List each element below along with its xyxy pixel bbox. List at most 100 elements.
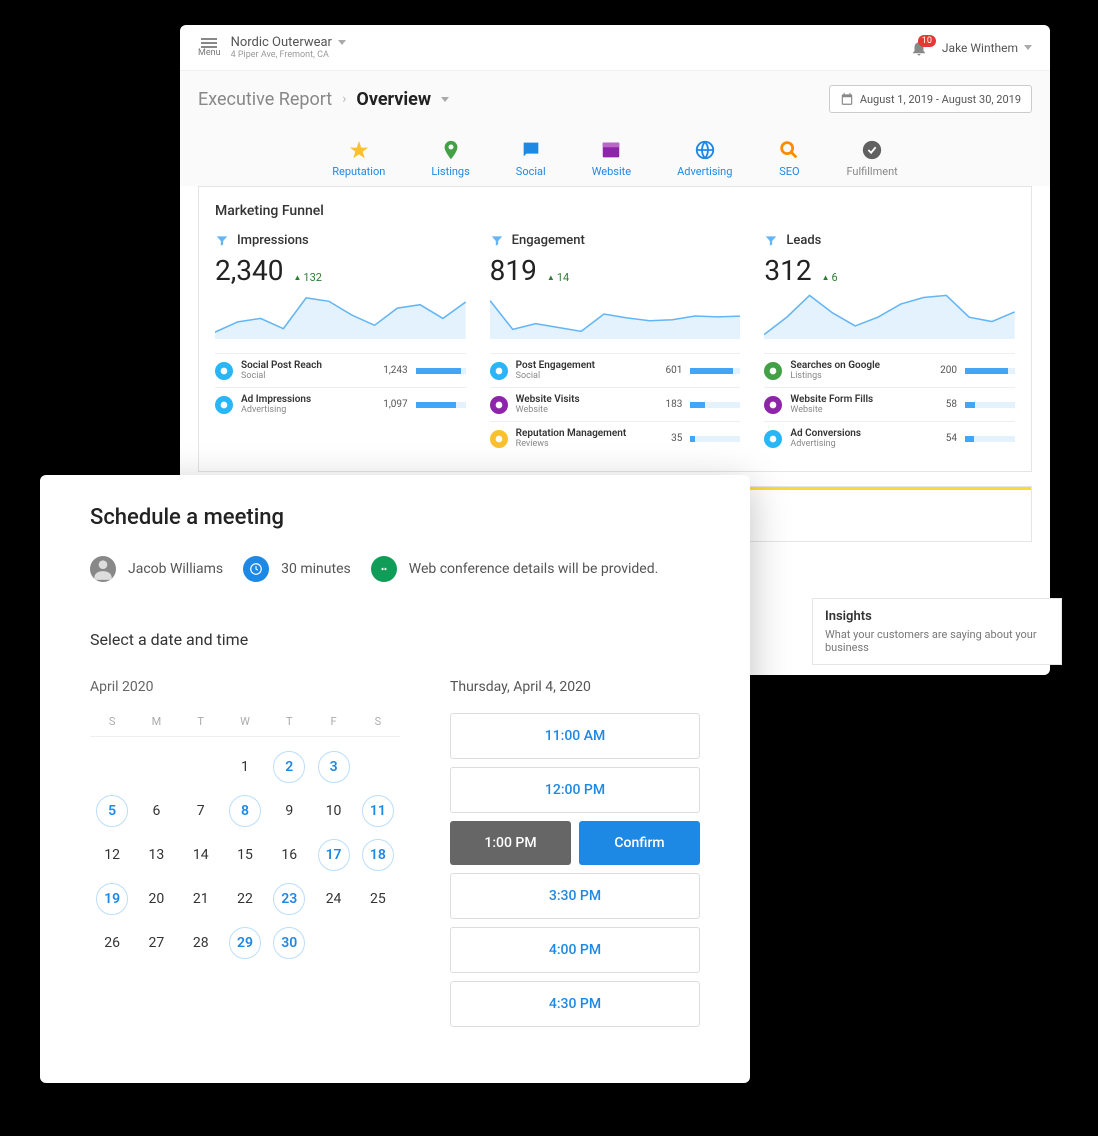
calendar-day[interactable]: 8 [223, 791, 267, 831]
tab-listings[interactable]: Listings [431, 139, 469, 178]
tab-seo[interactable]: SEO [778, 139, 800, 178]
calendar-day[interactable]: 5 [90, 791, 134, 831]
breadcrumb-current[interactable]: Overview [356, 89, 431, 110]
calendar-day[interactable]: 3 [311, 747, 355, 787]
notifications-button[interactable]: 10 [910, 39, 928, 57]
calendar-day[interactable]: 12 [90, 835, 134, 875]
conference-chip: Web conference details will be provided. [371, 556, 659, 582]
advertising-icon [694, 139, 716, 161]
row-title: Website Form Fills [790, 394, 919, 405]
metric-leads: Leads3126Searches on GoogleListings200We… [764, 233, 1015, 455]
calendar-day[interactable]: 20 [134, 879, 178, 919]
row-subtitle: Reviews [516, 439, 645, 449]
calendar-day[interactable]: 13 [134, 835, 178, 875]
weekday-header: F [311, 715, 355, 737]
metric-value: 2,340 [215, 254, 283, 287]
selected-time-slot[interactable]: 1:00 PM [450, 821, 571, 865]
calendar-day[interactable]: 18 [356, 835, 400, 875]
date-range-picker[interactable]: August 1, 2019 - August 30, 2019 [829, 85, 1032, 113]
tab-website[interactable]: Website [592, 139, 631, 178]
weekday-header: S [356, 715, 400, 737]
row-title: Post Engagement [516, 360, 645, 371]
time-slot[interactable]: 3:30 PM [450, 873, 700, 919]
row-value: 200 [927, 365, 957, 376]
calendar-day[interactable]: 4 [356, 747, 400, 787]
tab-label: Social [516, 165, 546, 178]
row-icon [490, 430, 508, 448]
time-slot[interactable]: 4:30 PM [450, 981, 700, 1027]
calendar-day[interactable]: 16 [267, 835, 311, 875]
row-value: 1,243 [378, 365, 408, 376]
calendar-day[interactable]: 1 [223, 747, 267, 787]
duration-chip: 30 minutes [243, 556, 351, 582]
calendar-day[interactable]: 9 [267, 791, 311, 831]
metric-name: Engagement [512, 233, 585, 248]
time-slot[interactable]: 4:00 PM [450, 927, 700, 973]
calendar-day [134, 747, 178, 787]
chevron-right-icon: › [342, 91, 346, 107]
user-menu[interactable]: Jake Winthem [942, 41, 1032, 55]
row-subtitle: Advertising [241, 405, 370, 415]
host-chip: Jacob Williams [90, 556, 223, 582]
row-title: Website Visits [516, 394, 645, 405]
chevron-down-icon [441, 97, 449, 102]
calendar-day[interactable]: 24 [311, 879, 355, 919]
chevron-down-icon [1024, 45, 1032, 50]
tab-fulfillment[interactable]: Fulfillment [846, 139, 897, 178]
calendar-day[interactable]: 19 [90, 879, 134, 919]
notif-badge: 10 [918, 35, 936, 47]
calendar-day[interactable]: 30 [267, 923, 311, 963]
chevron-down-icon [338, 40, 346, 45]
calendar-day[interactable]: 29 [223, 923, 267, 963]
calendar-day[interactable]: 17 [311, 835, 355, 875]
tab-reputation[interactable]: Reputation [332, 139, 385, 178]
row-icon [490, 362, 508, 380]
calendar-day[interactable]: 7 [179, 791, 223, 831]
schedule-meeting-modal: Schedule a meeting Jacob Williams 30 min… [40, 475, 750, 1083]
tab-advertising[interactable]: Advertising [677, 139, 732, 178]
calendar-day[interactable]: 26 [90, 923, 134, 963]
time-slot[interactable]: 11:00 AM [450, 713, 700, 759]
calendar-day[interactable]: 15 [223, 835, 267, 875]
calendar-day [90, 747, 134, 787]
menu-button[interactable]: Menu [198, 38, 221, 58]
row-title: Reputation Management [516, 428, 645, 439]
calendar-day[interactable]: 21 [179, 879, 223, 919]
header-bar: Menu Nordic Outerwear 4 Piper Ave, Fremo… [180, 25, 1050, 71]
calendar-day[interactable]: 11 [356, 791, 400, 831]
calendar-day[interactable]: 28 [179, 923, 223, 963]
calendar-day[interactable]: 25 [356, 879, 400, 919]
metric-row: Searches on GoogleListings200 [764, 353, 1015, 387]
metric-delta: 6 [822, 271, 838, 284]
tab-label: Reputation [332, 165, 385, 178]
confirm-button[interactable]: Confirm [579, 821, 700, 865]
metric-engagement: Engagement81914Post EngagementSocial601W… [490, 233, 741, 455]
calendar-day[interactable]: 10 [311, 791, 355, 831]
schedule-title: Schedule a meeting [90, 505, 700, 530]
calendar-day[interactable]: 6 [134, 791, 178, 831]
time-slot[interactable]: 12:00 PM [450, 767, 700, 813]
meeting-info: Jacob Williams 30 minutes Web conference… [90, 556, 700, 582]
calendar-day[interactable]: 2 [267, 747, 311, 787]
metric-value: 819 [490, 254, 537, 287]
weekday-header: S [90, 715, 134, 737]
calendar-day[interactable]: 22 [223, 879, 267, 919]
page-header: Executive Report › Overview August 1, 20… [180, 71, 1050, 127]
row-value: 601 [652, 365, 682, 376]
tab-social[interactable]: Social [516, 139, 546, 178]
row-title: Ad Conversions [790, 428, 919, 439]
row-bar [416, 368, 466, 374]
calendar-day[interactable]: 14 [179, 835, 223, 875]
tab-label: Website [592, 165, 631, 178]
breadcrumb-parent[interactable]: Executive Report [198, 89, 332, 110]
selected-date-label: Thursday, April 4, 2020 [450, 679, 700, 695]
metric-value: 312 [764, 254, 811, 287]
insights-title: Insights [825, 609, 1049, 624]
calendar-day[interactable]: 23 [267, 879, 311, 919]
insights-card: Insights What your customers are saying … [812, 598, 1062, 665]
company-selector[interactable]: Nordic Outerwear 4 Piper Ave, Fremont, C… [231, 35, 346, 60]
metric-name: Impressions [237, 233, 309, 248]
calendar-day[interactable]: 27 [134, 923, 178, 963]
calendar: April 2020 SMTWTFS1234567891011121314151… [90, 679, 400, 1035]
social-icon [520, 139, 542, 161]
